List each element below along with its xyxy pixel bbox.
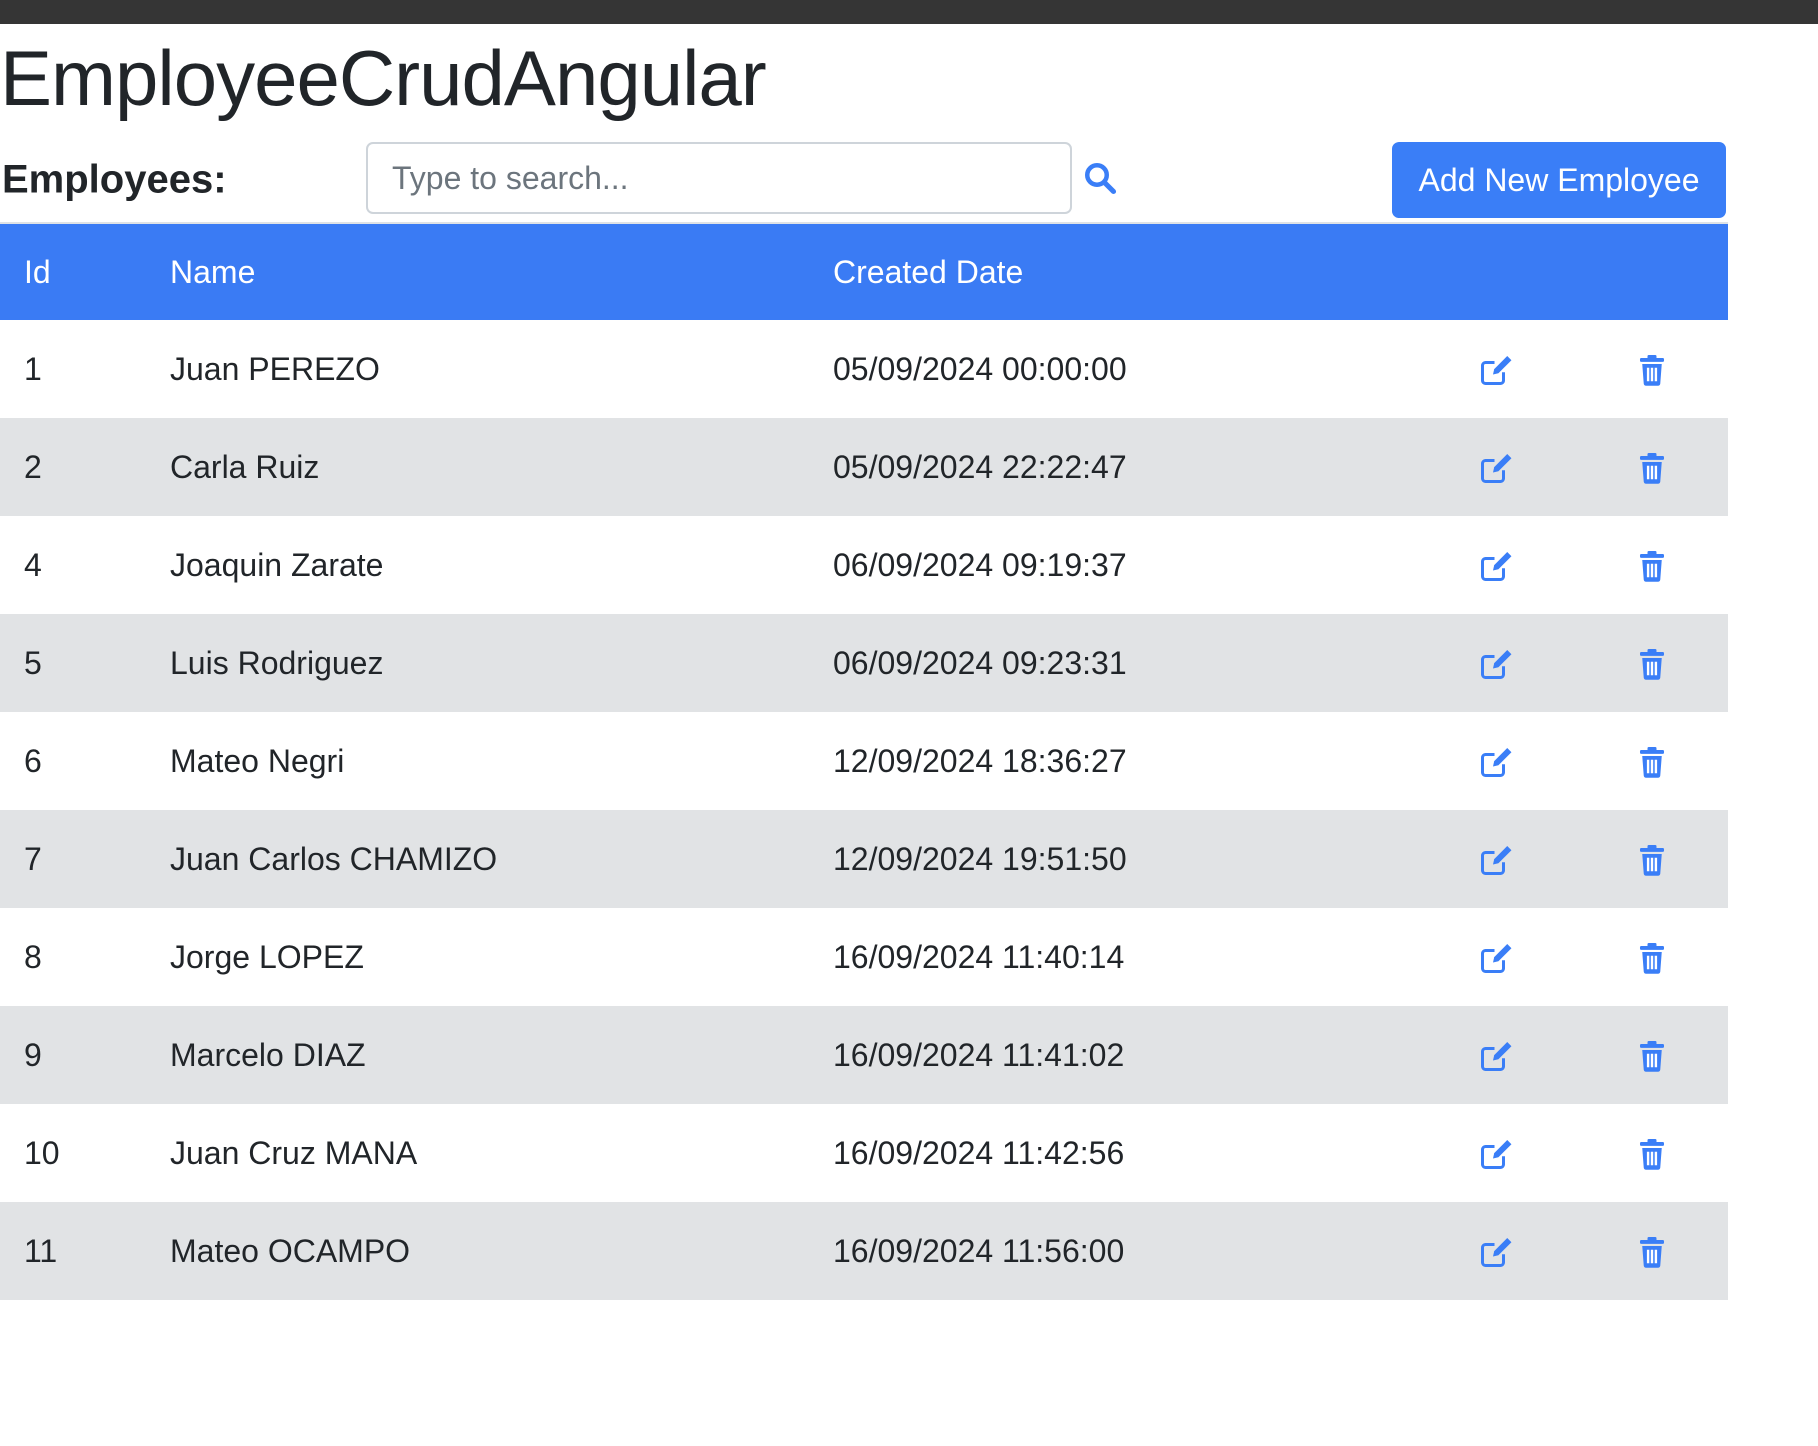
cell-id: 10 [24,1134,60,1171]
cell-edit [1470,1006,1610,1104]
table-row: 1 Juan PEREZO 05/09/2024 00:00:00 [0,320,1728,418]
trash-icon[interactable] [1634,1234,1670,1270]
cell-delete [1610,1006,1728,1104]
search-icon[interactable] [1082,160,1118,196]
edit-icon[interactable] [1478,1234,1514,1270]
trash-icon[interactable] [1634,450,1670,486]
cell-edit [1470,908,1610,1006]
edit-icon[interactable] [1478,940,1514,976]
table-row: 11 Mateo OCAMPO 16/09/2024 11:56:00 [0,1202,1728,1300]
cell-edit [1470,614,1610,712]
cell-edit [1470,712,1610,810]
cell-id: 6 [24,742,42,779]
cell-created-date: 16/09/2024 11:56:00 [833,1232,1125,1269]
cell-name: Juan Carlos CHAMIZO [170,840,498,877]
cell-edit [1470,810,1610,908]
table-header-row: Id Name Created Date [0,224,1728,320]
cell-name: Juan PEREZO [170,350,380,387]
trash-icon[interactable] [1634,548,1670,584]
trash-icon[interactable] [1634,1038,1670,1074]
app-title: EmployeeCrudAngular [0,34,767,122]
header-name: Name [170,253,256,290]
cell-edit [1470,1104,1610,1202]
cell-edit [1470,320,1610,418]
cell-delete [1610,1104,1728,1202]
table-row: 7 Juan Carlos CHAMIZO 12/09/2024 19:51:5… [0,810,1728,908]
search-input[interactable] [366,142,1072,214]
cell-delete [1610,516,1728,614]
cell-name: Joaquin Zarate [170,546,384,583]
cell-id: 5 [24,644,42,681]
cell-name: Mateo Negri [170,742,345,779]
cell-created-date: 06/09/2024 09:19:37 [833,546,1127,583]
table-row: 9 Marcelo DIAZ 16/09/2024 11:41:02 [0,1006,1728,1104]
table-row: 5 Luis Rodriguez 06/09/2024 09:23:31 [0,614,1728,712]
cell-delete [1610,810,1728,908]
cell-edit [1470,516,1610,614]
table-row: 4 Joaquin Zarate 06/09/2024 09:19:37 [0,516,1728,614]
table-body: 1 Juan PEREZO 05/09/2024 00:00:00 2 Carl… [0,320,1728,1300]
cell-id: 1 [24,350,42,387]
trash-icon[interactable] [1634,744,1670,780]
browser-toolbar-strip [0,0,1818,24]
cell-name: Carla Ruiz [170,448,320,485]
edit-icon[interactable] [1478,352,1514,388]
table-row: 8 Jorge LOPEZ 16/09/2024 11:40:14 [0,908,1728,1006]
cell-id: 8 [24,938,42,975]
cell-name: Marcelo DIAZ [170,1036,366,1073]
cell-created-date: 05/09/2024 00:00:00 [833,350,1127,387]
employees-toolbar: Employees: Add New Employee [0,142,1728,220]
cell-name: Juan Cruz MANA [170,1134,418,1171]
cell-name: Luis Rodriguez [170,644,384,681]
trash-icon[interactable] [1634,1136,1670,1172]
cell-created-date: 05/09/2024 22:22:47 [833,448,1127,485]
edit-icon[interactable] [1478,548,1514,584]
cell-id: 7 [24,840,42,877]
cell-id: 2 [24,448,42,485]
edit-icon[interactable] [1478,450,1514,486]
cell-name: Jorge LOPEZ [170,938,364,975]
cell-name: Mateo OCAMPO [170,1232,411,1269]
header-created-date: Created Date [833,253,1024,290]
cell-edit [1470,418,1610,516]
edit-icon[interactable] [1478,744,1514,780]
edit-icon[interactable] [1478,646,1514,682]
employees-label: Employees: [2,157,227,202]
cell-delete [1610,418,1728,516]
edit-icon[interactable] [1478,1136,1514,1172]
trash-icon[interactable] [1634,646,1670,682]
trash-icon[interactable] [1634,352,1670,388]
employees-table: Id Name Created Date 1 Juan PEREZO 05/09… [0,224,1728,1300]
cell-created-date: 12/09/2024 18:36:27 [833,742,1127,779]
table-header: Id Name Created Date [0,224,1728,320]
cell-id: 4 [24,546,42,583]
table-row: 2 Carla Ruiz 05/09/2024 22:22:47 [0,418,1728,516]
cell-delete [1610,712,1728,810]
cell-id: 11 [24,1232,58,1269]
cell-delete [1610,1202,1728,1300]
cell-id: 9 [24,1036,42,1073]
add-new-employee-button[interactable]: Add New Employee [1392,142,1726,218]
header-id: Id [24,253,51,290]
header-edit [1470,224,1610,320]
cell-created-date: 16/09/2024 11:40:14 [833,938,1125,975]
cell-delete [1610,320,1728,418]
cell-created-date: 06/09/2024 09:23:31 [833,644,1127,681]
cell-edit [1470,1202,1610,1300]
cell-created-date: 16/09/2024 11:42:56 [833,1134,1125,1171]
cell-created-date: 16/09/2024 11:41:02 [833,1036,1125,1073]
edit-icon[interactable] [1478,842,1514,878]
header-delete [1610,224,1728,320]
table-row: 10 Juan Cruz MANA 16/09/2024 11:42:56 [0,1104,1728,1202]
edit-icon[interactable] [1478,1038,1514,1074]
cell-delete [1610,908,1728,1006]
trash-icon[interactable] [1634,842,1670,878]
cell-delete [1610,614,1728,712]
table-row: 6 Mateo Negri 12/09/2024 18:36:27 [0,712,1728,810]
trash-icon[interactable] [1634,940,1670,976]
cell-created-date: 12/09/2024 19:51:50 [833,840,1127,877]
